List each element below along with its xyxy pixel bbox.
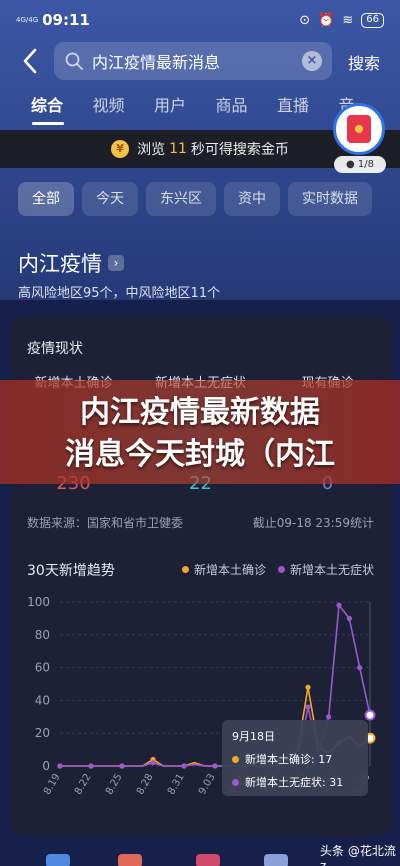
- search-input[interactable]: 内江疫情最新消息 ×: [54, 42, 332, 80]
- y-tick-label: 40: [35, 693, 50, 707]
- x-tick-label: 8.28: [135, 772, 156, 796]
- data-point: [364, 709, 376, 721]
- tab-goods[interactable]: 商品: [216, 92, 278, 128]
- status-bar: 4G/4G 09:11 ⊙ ⏰ ≋ 66: [0, 0, 400, 40]
- y-tick-label: 80: [35, 628, 50, 642]
- bottom-icon-2[interactable]: [118, 854, 142, 866]
- back-arrow-icon[interactable]: [16, 46, 46, 76]
- card-title: 疫情现状: [27, 341, 83, 357]
- trend-title: 30天新增趋势: [27, 563, 115, 579]
- bottom-icon-1[interactable]: [46, 854, 70, 866]
- data-point: [336, 602, 342, 608]
- headline-text: 内江疫情最新数据 消息今天封城（内江: [65, 395, 335, 472]
- clock: 09:11: [42, 11, 90, 29]
- update-time: 截止09-18 23:59统计: [252, 516, 374, 530]
- data-point: [150, 760, 156, 766]
- y-tick-label: 100: [27, 595, 50, 609]
- section-title-text: 内江疫情: [18, 252, 102, 276]
- legend-item-asymptomatic: 新增本土无症状: [277, 561, 374, 578]
- data-point: [57, 763, 63, 769]
- clear-icon[interactable]: ×: [302, 51, 322, 71]
- reward-progress: ● 1/8: [334, 156, 386, 173]
- chip-dongxing[interactable]: 东兴区: [146, 182, 216, 216]
- coin-seconds: 11: [169, 141, 187, 157]
- chart-legend: 新增本土确诊 新增本土无症状: [181, 561, 374, 578]
- chip-realtime[interactable]: 实时数据: [288, 182, 372, 216]
- watermark: 头条 @花北流z: [320, 844, 396, 866]
- data-point: [305, 684, 311, 690]
- x-tick-label: 8.25: [104, 772, 125, 796]
- search-query: 内江疫情最新消息: [92, 53, 221, 72]
- y-tick-label: 0: [42, 759, 50, 773]
- filter-chips: 全部 今天 东兴区 资中 实时数据: [18, 182, 372, 216]
- tab-user[interactable]: 用户: [154, 92, 216, 128]
- active-tab-indicator: [32, 122, 64, 125]
- y-tick-label: 60: [35, 661, 50, 675]
- location-icon: ⊙: [299, 12, 311, 28]
- data-point: [305, 704, 311, 710]
- search-icon: [65, 52, 83, 70]
- data-source: 数据来源：国家和省市卫健委: [27, 516, 184, 530]
- chip-zizhong[interactable]: 资中: [224, 182, 280, 216]
- data-point: [326, 714, 332, 720]
- x-tick-label: 8.22: [73, 772, 94, 796]
- red-envelope-button[interactable]: [333, 103, 385, 155]
- data-point: [181, 763, 187, 769]
- x-tick-label: 9.03: [197, 772, 218, 796]
- bottom-icon-4[interactable]: [264, 854, 288, 866]
- legend-item-confirmed: 新增本土确诊: [181, 561, 266, 578]
- data-point: [88, 763, 94, 769]
- tab-video[interactable]: 视频: [93, 92, 155, 128]
- risk-summary: 高风险地区95个，中风险地区11个: [18, 286, 221, 301]
- x-tick-label: 8.31: [166, 772, 187, 796]
- data-point: [357, 665, 363, 671]
- coin-prefix: 浏览: [137, 142, 166, 158]
- alarm-icon: ⏰: [318, 12, 335, 28]
- data-point: [119, 763, 125, 769]
- data-point: [212, 763, 218, 769]
- tab-live[interactable]: 直播: [277, 92, 339, 128]
- data-point: [346, 615, 352, 621]
- x-tick-label: 8.19: [42, 772, 63, 796]
- chip-today[interactable]: 今天: [82, 182, 138, 216]
- chart-tooltip: 9月18日 新增本土确诊: 17 新增本土无症状: 31: [222, 720, 368, 796]
- bottom-icon-3[interactable]: [196, 854, 220, 866]
- y-tick-label: 20: [35, 726, 50, 740]
- wifi-icon: ≋: [342, 12, 354, 28]
- tooltip-date: 9月18日: [232, 730, 275, 743]
- coin-icon: ¥: [111, 140, 130, 158]
- reward-progress-text: 1/8: [357, 159, 374, 170]
- chevron-right-icon: ›: [108, 255, 124, 271]
- network-indicator: 4G/4G: [16, 16, 39, 24]
- battery-icon: 66: [361, 12, 384, 28]
- tooltip-row-confirmed: 新增本土确诊: 17: [232, 751, 358, 767]
- coin-suffix: 秒可得搜索金币: [190, 142, 289, 158]
- red-envelope-icon: [347, 115, 371, 143]
- tooltip-row-asymptomatic: 新增本土无症状: 31: [232, 774, 358, 790]
- status-icons: ⊙ ⏰ ≋ 66: [299, 12, 384, 28]
- chip-all[interactable]: 全部: [18, 182, 74, 216]
- section-title[interactable]: 内江疫情 ›: [18, 248, 124, 278]
- search-button[interactable]: 搜索: [348, 50, 380, 74]
